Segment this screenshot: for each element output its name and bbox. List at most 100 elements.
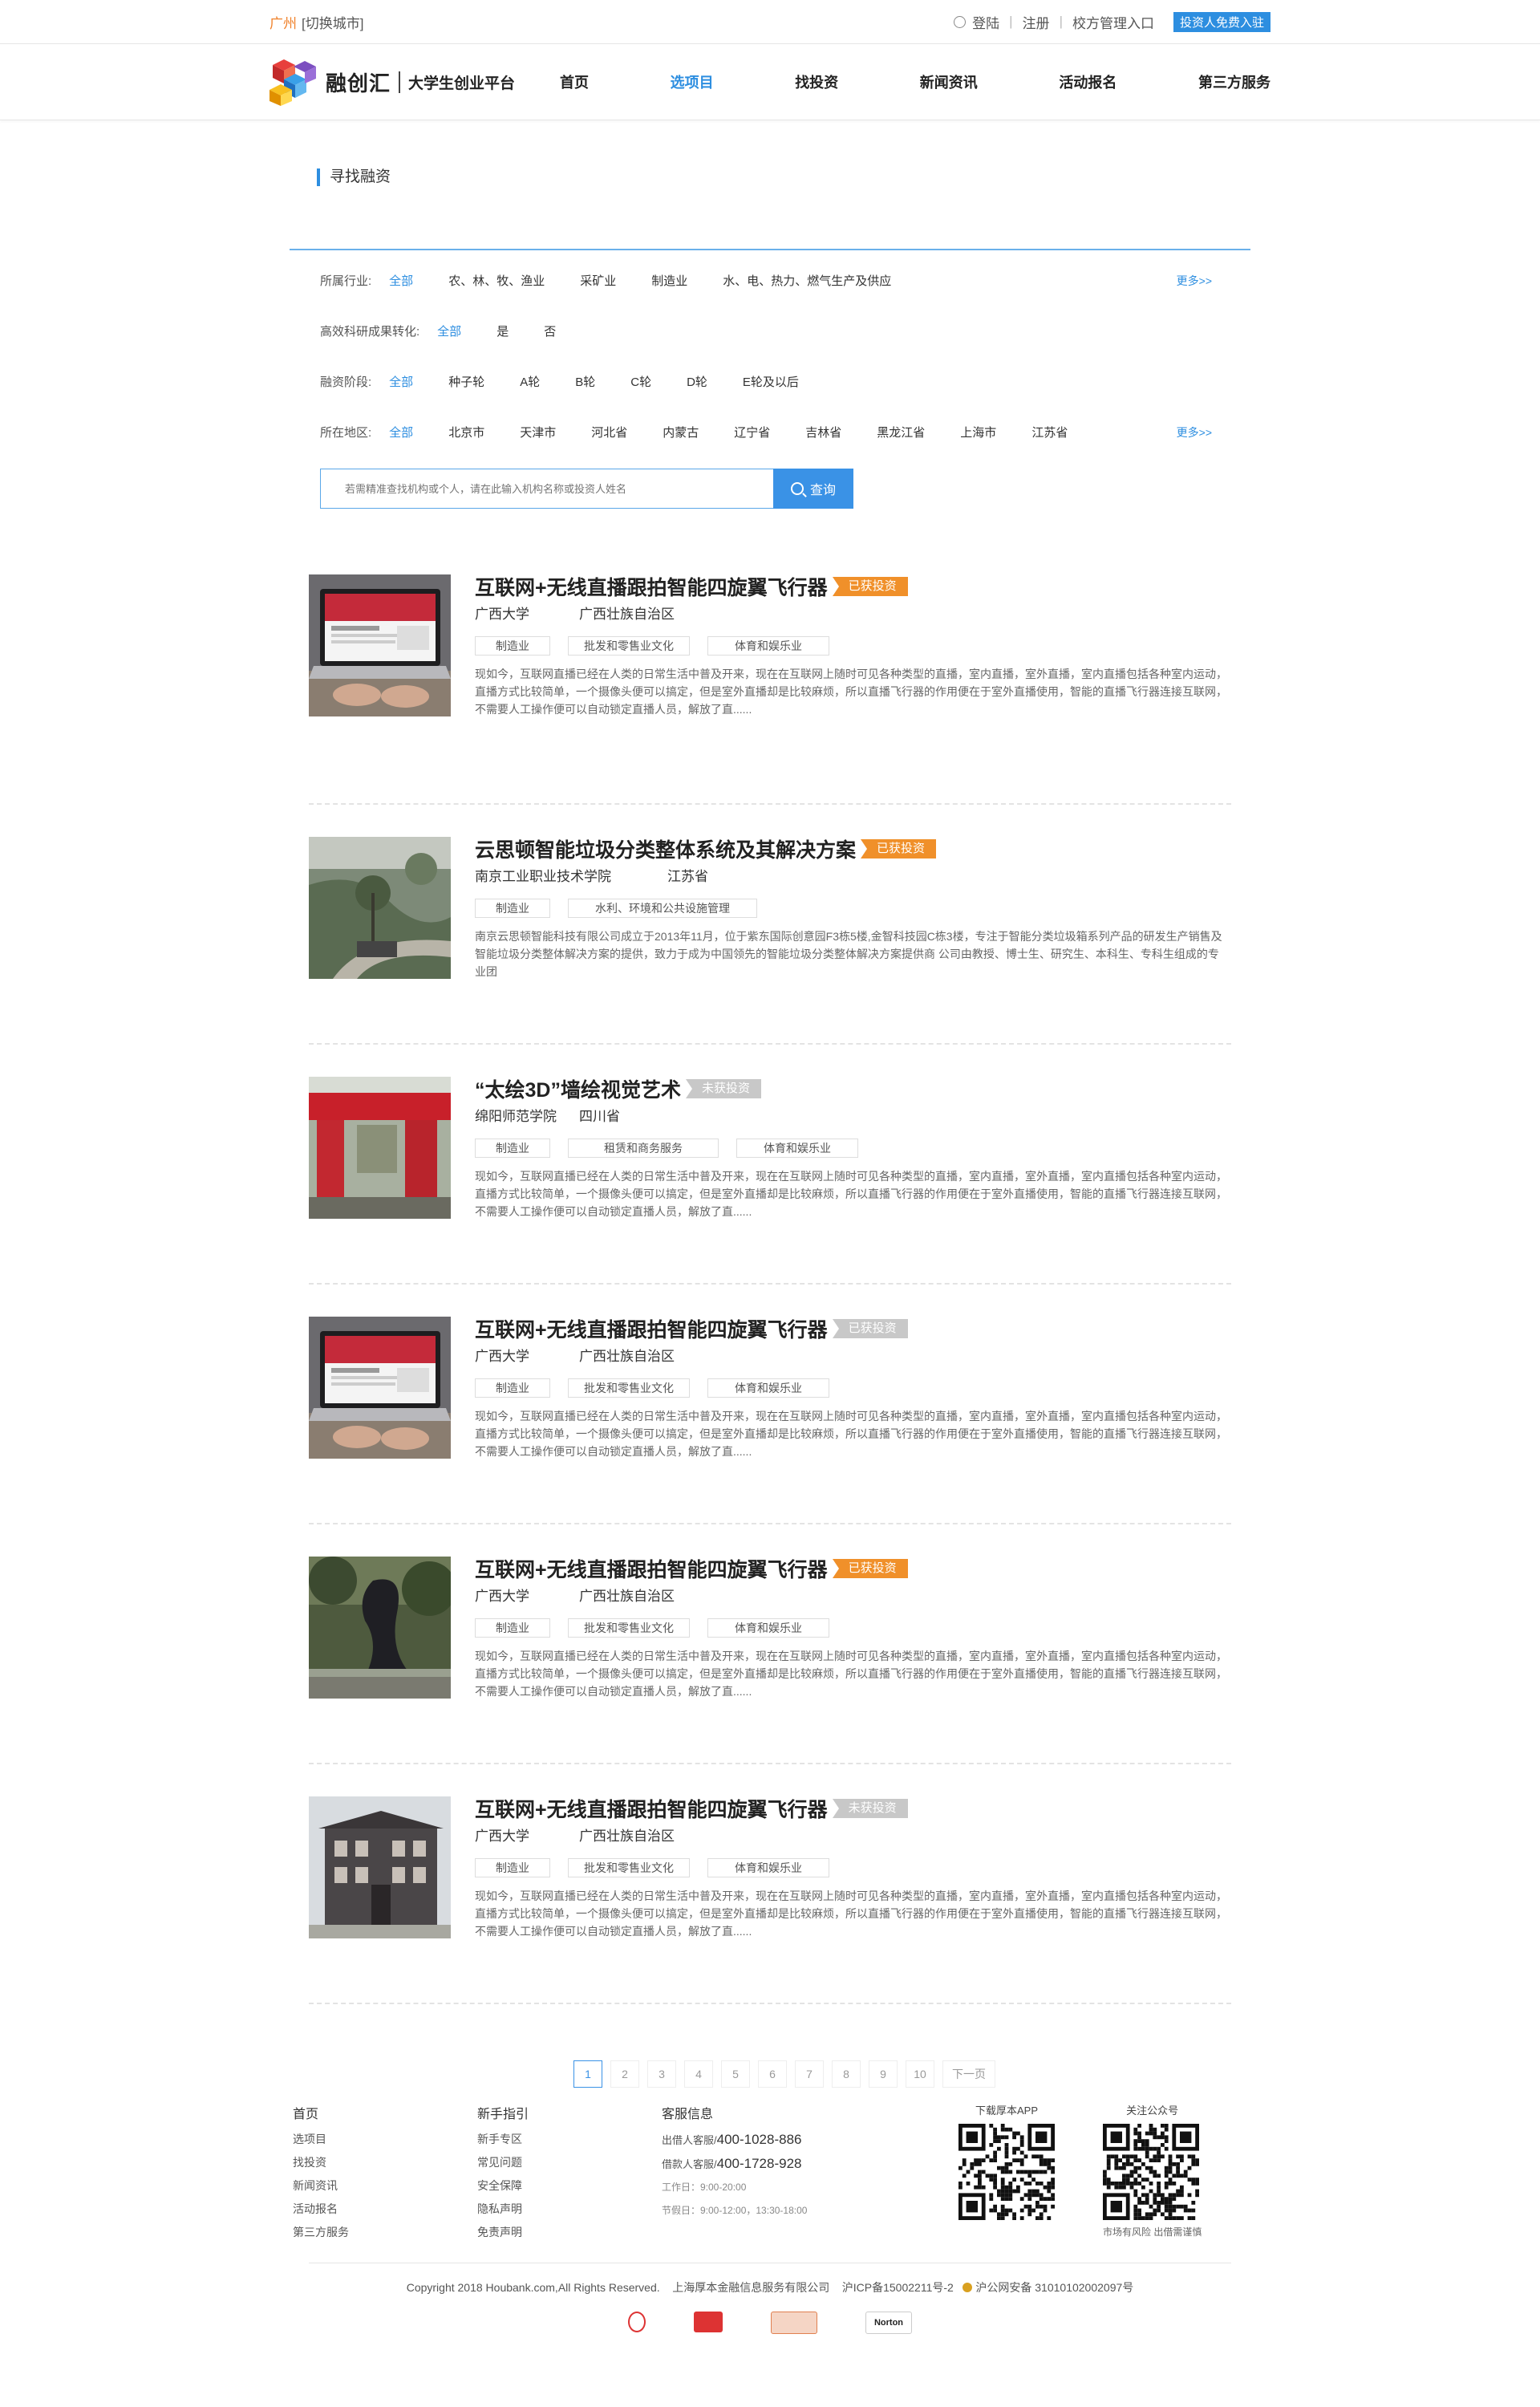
footer-link[interactable]: 免责声明 — [477, 2221, 662, 2244]
filter-option[interactable]: 吉林省 — [805, 424, 841, 440]
project-title[interactable]: 互联网+无线直播跟拍智能四旋翼飞行器 已获投资 — [475, 574, 1231, 599]
filter-option[interactable]: 天津市 — [520, 424, 556, 440]
page-number[interactable]: 7 — [795, 2060, 824, 2088]
project-title[interactable]: 互联网+无线直播跟拍智能四旋翼飞行器 已获投资 — [475, 1557, 1231, 1581]
current-city[interactable]: 广州 — [270, 16, 297, 31]
nav-investment[interactable]: 找投资 — [795, 71, 838, 92]
filter-option[interactable]: 种子轮 — [448, 373, 484, 390]
project-title[interactable]: “太绘3D”墙绘视觉艺术 未获投资 — [475, 1074, 1231, 1103]
project-region: 广西壮族自治区 — [579, 1589, 675, 1604]
filter-option[interactable]: 河北省 — [591, 424, 627, 440]
project-title-text[interactable]: 互联网+无线直播跟拍智能四旋翼飞行器 — [475, 1794, 828, 1823]
search-button[interactable]: 查询 — [773, 469, 853, 509]
filter-option[interactable]: 是 — [496, 323, 509, 339]
search-input[interactable] — [320, 469, 773, 509]
filter-option[interactable]: 全部 — [437, 323, 461, 339]
nav-news[interactable]: 新闻资讯 — [920, 71, 978, 92]
credit-seal-icon[interactable] — [694, 2312, 723, 2332]
project-card[interactable]: 云思顿智能垃圾分类整体系统及其解决方案 已获投资 南京工业职业技术学院 江苏省 … — [309, 805, 1231, 1045]
page-number[interactable]: 4 — [684, 2060, 713, 2088]
footer-link[interactable]: 新手专区 — [477, 2128, 662, 2151]
logo[interactable]: 融创汇 大学生创业平台 — [270, 58, 536, 106]
footer-link[interactable]: 活动报名 — [293, 2198, 477, 2221]
filter-option[interactable]: 采矿业 — [580, 272, 616, 289]
footer-link[interactable]: 选项目 — [293, 2128, 477, 2151]
project-title-text[interactable]: 互联网+无线直播跟拍智能四旋翼飞行器 — [475, 1314, 828, 1343]
industry-tag: 体育和娱乐业 — [707, 636, 829, 656]
filter-option[interactable]: A轮 — [520, 373, 540, 390]
page-number[interactable]: 2 — [610, 2060, 639, 2088]
filter-option[interactable]: 黑龙江省 — [877, 424, 925, 440]
nav-projects[interactable]: 选项目 — [671, 71, 714, 92]
filter-option[interactable]: 农、林、牧、渔业 — [448, 272, 545, 289]
footer-link[interactable]: 第三方服务 — [293, 2221, 477, 2244]
filter-option[interactable]: 全部 — [389, 373, 413, 390]
project-thumbnail[interactable] — [309, 837, 451, 979]
page-number[interactable]: 5 — [721, 2060, 750, 2088]
project-card[interactable]: 互联网+无线直播跟拍智能四旋翼飞行器 已获投资 广西大学 广西壮族自治区 制造业… — [309, 1285, 1231, 1524]
filter-option[interactable]: 全部 — [389, 424, 413, 440]
footer-link[interactable]: 找投资 — [293, 2151, 477, 2174]
page-number[interactable]: 9 — [869, 2060, 898, 2088]
project-title[interactable]: 云思顿智能垃圾分类整体系统及其解决方案 已获投资 — [475, 834, 1231, 863]
project-title[interactable]: 互联网+无线直播跟拍智能四旋翼飞行器 未获投资 — [475, 1794, 1231, 1823]
police-number: 沪公网安备 31010102002097号 — [975, 2281, 1134, 2294]
filter-option[interactable]: 江苏省 — [1031, 424, 1068, 440]
project-card[interactable]: 互联网+无线直播跟拍智能四旋翼飞行器 已获投资 广西大学 广西壮族自治区 制造业… — [309, 1524, 1231, 1764]
project-card[interactable]: 互联网+无线直播跟拍智能四旋翼飞行器 未获投资 广西大学 广西壮族自治区 制造业… — [309, 1764, 1231, 2004]
filter-option[interactable]: 北京市 — [448, 424, 484, 440]
project-thumbnail[interactable] — [309, 1557, 451, 1699]
norton-seal-icon[interactable]: Norton — [865, 2312, 912, 2334]
filter-option[interactable]: 水、电、热力、燃气生产及供应 — [723, 272, 891, 289]
city-selector[interactable]: 广州 [切换城市] — [270, 12, 363, 32]
project-thumbnail[interactable] — [309, 1077, 451, 1219]
filter-option[interactable]: D轮 — [687, 373, 707, 390]
next-page-button[interactable]: 下一页 — [942, 2060, 995, 2088]
more-link[interactable]: 更多>> — [1177, 273, 1212, 289]
logo-text: 融创汇 — [326, 71, 391, 95]
investor-join-button[interactable]: 投资人免费入驻 — [1173, 11, 1270, 32]
project-thumbnail[interactable] — [309, 1796, 451, 1938]
page-number[interactable]: 1 — [573, 2060, 602, 2088]
project-title-text[interactable]: “太绘3D”墙绘视觉艺术 — [475, 1074, 681, 1103]
project-title-text[interactable]: 云思顿智能垃圾分类整体系统及其解决方案 — [475, 834, 856, 863]
holiday-hours: 节假日：9:00-12:00，13:30-18:00 — [662, 2205, 808, 2216]
school-entry-link[interactable]: 校方管理入口 — [1072, 12, 1154, 32]
footer-link[interactable]: 新闻资讯 — [293, 2174, 477, 2198]
page-number[interactable]: 8 — [832, 2060, 861, 2088]
police-seal-icon[interactable] — [628, 2312, 646, 2332]
filter-option[interactable]: 全部 — [389, 272, 413, 289]
footer-link[interactable]: 常见问题 — [477, 2151, 662, 2174]
filter-option[interactable]: 上海市 — [960, 424, 996, 440]
login-link[interactable]: 登陆 — [972, 12, 999, 32]
footer-link[interactable]: 安全保障 — [477, 2174, 662, 2198]
filter-option[interactable]: B轮 — [575, 373, 595, 390]
nav-events[interactable]: 活动报名 — [1059, 71, 1116, 92]
project-title[interactable]: 互联网+无线直播跟拍智能四旋翼飞行器 已获投资 — [475, 1314, 1231, 1343]
project-title-text[interactable]: 互联网+无线直播跟拍智能四旋翼飞行器 — [475, 572, 828, 601]
filter-option[interactable]: 辽宁省 — [734, 424, 770, 440]
more-link[interactable]: 更多>> — [1177, 424, 1212, 440]
page-number[interactable]: 3 — [647, 2060, 676, 2088]
register-link[interactable]: 注册 — [1023, 12, 1050, 32]
project-card[interactable]: 互联网+无线直播跟拍智能四旋翼飞行器 已获投资 广西大学 广西壮族自治区 制造业… — [309, 565, 1231, 805]
page-number[interactable]: 6 — [758, 2060, 787, 2088]
filter-option[interactable]: 内蒙古 — [663, 424, 699, 440]
filter-option[interactable]: 制造业 — [651, 272, 687, 289]
filter-option[interactable]: 否 — [544, 323, 556, 339]
footer-link[interactable]: 首页 — [293, 2102, 477, 2128]
project-region: 广西壮族自治区 — [579, 607, 675, 622]
filter-option[interactable]: E轮及以后 — [743, 373, 799, 390]
app-qr-label: 下载厚本APP — [975, 2105, 1038, 2117]
filter-option[interactable]: C轮 — [630, 373, 651, 390]
project-thumbnail[interactable] — [309, 574, 451, 716]
project-title-text[interactable]: 互联网+无线直播跟拍智能四旋翼飞行器 — [475, 1554, 828, 1583]
switch-city-link[interactable]: [切换城市] — [302, 16, 363, 31]
project-card[interactable]: “太绘3D”墙绘视觉艺术 未获投资 绵阳师范学院 四川省 制造业 租赁和商务服务体… — [309, 1045, 1231, 1285]
nav-home[interactable]: 首页 — [560, 71, 589, 92]
project-thumbnail[interactable] — [309, 1317, 451, 1459]
security-seal-icon[interactable] — [771, 2312, 817, 2334]
page-number[interactable]: 10 — [906, 2060, 934, 2088]
footer-link[interactable]: 隐私声明 — [477, 2198, 662, 2221]
nav-third-party[interactable]: 第三方服务 — [1198, 71, 1270, 92]
